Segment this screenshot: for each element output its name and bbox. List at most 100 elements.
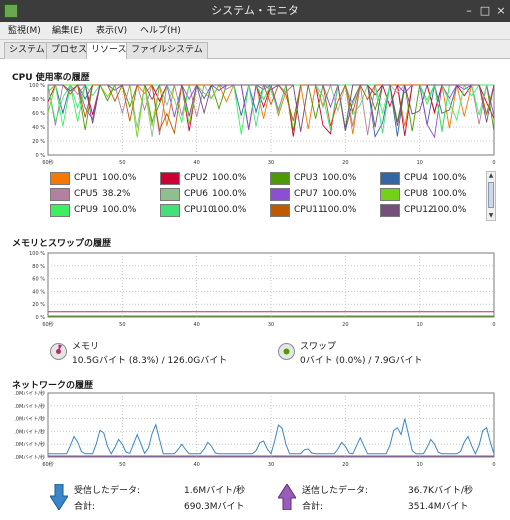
network-x-tick: 60秒 (42, 461, 53, 468)
cpu-legend-name: CPU9 (74, 205, 99, 215)
cpu-y-tick: 40 % (32, 125, 45, 131)
cpu-legend-name: CPU12 (404, 205, 434, 215)
memory-x-tick: 0 (492, 322, 495, 328)
network-y-tick: .0Mバイト/秒 (14, 454, 45, 461)
memory-y-tick: 80 % (32, 264, 45, 270)
menu-edit[interactable]: 編集(E) (50, 24, 85, 38)
tab-bar: システム プロセス リソース ファイルシステム (0, 40, 510, 60)
received-rate: 1.6Mバイト/秒 (184, 486, 246, 496)
cpu-legend-name: CPU1 (74, 173, 99, 183)
cpu-y-tick: 100 % (29, 83, 45, 89)
scroll-down-arrow-icon[interactable]: ▼ (487, 212, 495, 220)
close-button[interactable]: × (494, 4, 508, 18)
cpu-y-tick: 60 % (32, 111, 45, 117)
cpu-legend-name: CPU7 (294, 189, 319, 199)
cpu-x-tick: 30 (268, 160, 274, 166)
swap-value: 0バイト (0.0%) / 7.9Gバイト (300, 356, 423, 366)
cpu-legend-value: 100.0% (212, 173, 247, 183)
cpu-color-swatch[interactable] (50, 188, 70, 201)
network-x-tick: 0 (492, 462, 495, 468)
memory-label: メモリ (72, 342, 100, 352)
cpu-x-tick: 60秒 (42, 159, 53, 166)
cpu-y-tick: 0 % (35, 153, 45, 159)
cpu-color-swatch[interactable] (50, 204, 70, 217)
cpu-color-swatch[interactable] (270, 188, 290, 201)
memory-x-tick: 30 (268, 322, 274, 328)
cpu-x-tick: 10 (416, 160, 422, 166)
cpu-legend-value: 100.0% (102, 205, 137, 215)
sent-data-label: 送信したデータ: (302, 486, 369, 496)
receive-arrow-icon (50, 484, 68, 510)
cpu-legend-value: 100.0% (322, 189, 357, 199)
memory-y-tick: 60 % (32, 277, 45, 283)
cpu-color-swatch[interactable] (380, 204, 400, 217)
network-y-tick: .0Mバイト/秒 (14, 441, 45, 448)
memory-history-graph: 100 % 80 % 60 % 40 % 20 % 0 %60秒 50 40 30 20 10 0 (29, 251, 495, 328)
cpu-history-graph: 100 % 80 % 60 % 40 % 20 % 0 %60秒 50 40 30 20 10 0 (29, 83, 495, 166)
cpu-x-tick: 50 (119, 160, 125, 166)
menu-help[interactable]: ヘルプ(H) (138, 24, 183, 38)
cpu-color-swatch[interactable] (270, 172, 290, 185)
cpu-legend-value: 100.0% (322, 205, 357, 215)
memory-section-title: メモリとスワップの履歴 (12, 239, 112, 249)
network-x-tick: 30 (268, 462, 274, 468)
cpu-legend-value: 100.0% (432, 173, 467, 183)
resources-panel: CPU 使用率の履歴 100 % 80 % 60 % 40 % 20 % 0 % 60秒 50… (0, 59, 510, 520)
network-x-tick: 50 (119, 462, 125, 468)
cpu-color-swatch[interactable] (270, 204, 290, 217)
cpu-x-tick: 0 (492, 160, 495, 166)
cpu-legend-value: 100.0% (212, 189, 247, 199)
tab-resources[interactable]: リソース (86, 42, 132, 60)
cpu-legend-name: CPU6 (184, 189, 209, 199)
menu-monitor[interactable]: 監視(M) (6, 24, 43, 38)
network-x-tick: 20 (342, 462, 348, 468)
swap-label: スワップ (300, 342, 337, 352)
send-arrow-icon (278, 484, 296, 510)
network-y-tick: .0Mバイト/秒 (14, 428, 45, 435)
cpu-legend-value: 100.0% (212, 205, 247, 215)
received-data-label: 受信したデータ: (74, 486, 141, 496)
network-y-tick: .0Mバイト/秒 (14, 403, 45, 410)
network-x-tick: 40 (193, 462, 199, 468)
cpu-legend-name: CPU4 (404, 173, 429, 183)
network-history-graph: .0Mバイト/秒 .0Mバイト/秒 .0Mバイト/秒 .0Mバイト/秒 .0Mバイト/秒… (14, 390, 495, 468)
cpu-legend-name: CPU2 (184, 173, 209, 183)
cpu-color-swatch[interactable] (160, 172, 180, 185)
cpu-legend-name: CPU8 (404, 189, 429, 199)
cpu-legend-value: 38.2% (102, 189, 131, 199)
network-y-tick: .0Mバイト/秒 (14, 416, 45, 423)
cpu-color-swatch[interactable] (160, 204, 180, 217)
cpu-y-tick: 80 % (32, 97, 45, 103)
cpu-x-tick: 40 (193, 160, 199, 166)
memory-x-tick: 40 (193, 322, 199, 328)
menu-view[interactable]: 表示(V) (94, 24, 129, 38)
cpu-color-swatch[interactable] (50, 172, 70, 185)
network-y-tick: .0Mバイト/秒 (14, 390, 45, 397)
cpu-color-swatch[interactable] (160, 188, 180, 201)
cpu-x-tick: 20 (342, 160, 348, 166)
scrollbar-thumb[interactable] (488, 182, 494, 208)
memory-value: 10.5Gバイト (8.3%) / 126.0Gバイト (72, 356, 228, 366)
memory-x-tick: 10 (416, 322, 422, 328)
cpu-legend-value: 100.0% (322, 173, 357, 183)
scroll-up-arrow-icon[interactable]: ▲ (487, 172, 495, 180)
cpu-legend-name: CPU11 (294, 205, 324, 215)
memory-x-tick: 60秒 (42, 321, 53, 328)
cpu-color-swatch[interactable] (380, 188, 400, 201)
tab-system[interactable]: システム (4, 42, 50, 59)
minimize-button[interactable]: – (462, 4, 476, 18)
cpu-legend-value: 100.0% (432, 189, 467, 199)
cpu-color-swatch[interactable] (380, 172, 400, 185)
cpu-legend-name: CPU3 (294, 173, 319, 183)
cpu-legend-value: 100.0% (432, 205, 467, 215)
cpu-legend-value: 100.0% (102, 173, 137, 183)
received-total-label: 合計: (74, 502, 96, 512)
sent-total: 351.4Mバイト (408, 502, 469, 512)
tab-file-systems[interactable]: ファイルシステム (126, 42, 208, 59)
memory-y-tick: 100 % (29, 251, 45, 257)
cpu-legend-scrollbar[interactable]: ▲ ▼ (486, 171, 496, 221)
network-x-tick: 10 (416, 462, 422, 468)
memory-y-tick: 20 % (32, 302, 45, 308)
maximize-button[interactable]: □ (478, 4, 492, 18)
memory-y-tick: 40 % (32, 289, 45, 295)
